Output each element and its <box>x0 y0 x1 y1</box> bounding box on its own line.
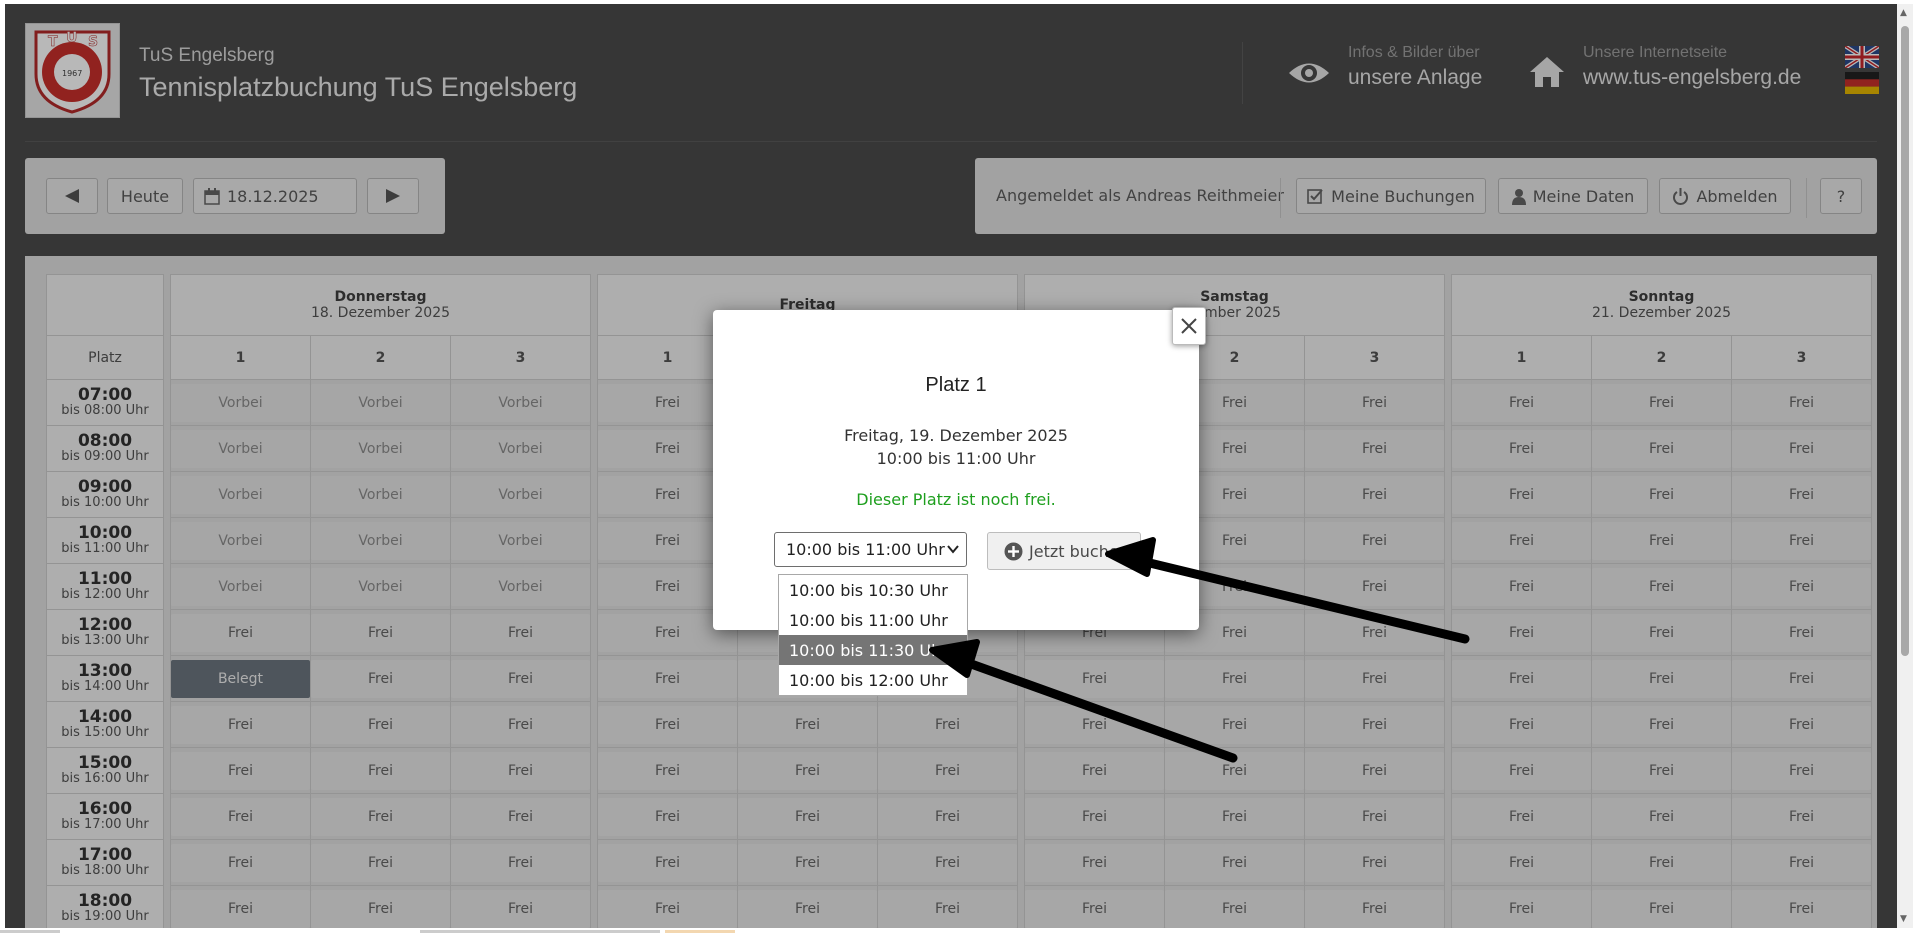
duration-option[interactable]: 10:00 bis 12:00 Uhr <box>779 665 967 695</box>
window-bottom-edge <box>0 928 1919 934</box>
duration-option[interactable]: 10:00 bis 11:00 Uhr <box>779 605 967 635</box>
duration-select[interactable]: 10:00 bis 11:00 Uhr <box>774 532 967 567</box>
duration-option[interactable]: 10:00 bis 10:30 Uhr <box>779 575 967 605</box>
plus-circle-icon <box>1004 542 1023 560</box>
duration-select-value: 10:00 bis 11:00 Uhr <box>786 540 945 559</box>
modal-close-button[interactable] <box>1172 307 1206 345</box>
duration-option[interactable]: 10:00 bis 11:30 Uhr <box>779 635 967 665</box>
scrollbar-thumb[interactable] <box>1901 26 1909 656</box>
modal-title: Platz 1 <box>925 374 987 396</box>
modal-date: Freitag, 19. Dezember 2025 <box>844 426 1068 445</box>
app-window: T U S 1967 TuS Engelsberg Tennisplatzbuc… <box>5 4 1897 928</box>
modal-datetime: Freitag, 19. Dezember 2025 10:00 bis 11:… <box>713 424 1199 470</box>
chevron-down-icon <box>947 545 959 554</box>
page-scrollbar[interactable]: ▲ ▼ <box>1897 4 1913 928</box>
book-now-label: Jetzt buchen <box>1029 541 1129 561</box>
book-now-button[interactable]: Jetzt buchen <box>987 532 1141 570</box>
close-icon <box>1181 318 1197 334</box>
duration-dropdown-list: 10:00 bis 10:30 Uhr 10:00 bis 11:00 Uhr 10… <box>778 574 968 696</box>
scroll-down-icon[interactable]: ▼ <box>1900 914 1907 924</box>
availability-status: Dieser Platz ist noch frei. <box>856 490 1056 509</box>
modal-time: 10:00 bis 11:00 Uhr <box>876 449 1036 468</box>
scroll-up-icon[interactable]: ▲ <box>1900 8 1907 18</box>
